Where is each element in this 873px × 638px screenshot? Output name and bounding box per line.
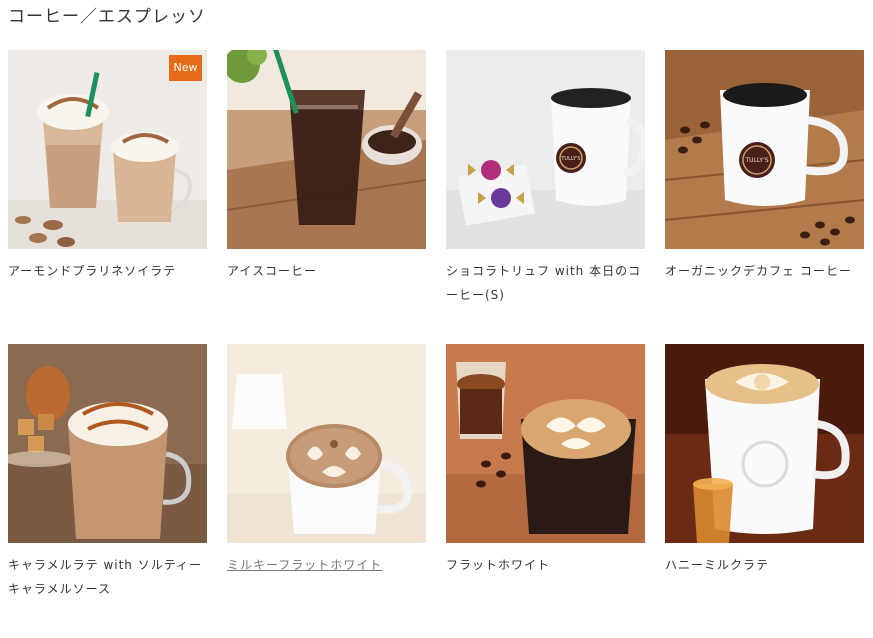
tullys-logo-text: TULLY'S: [560, 156, 580, 162]
product-name[interactable]: フラットホワイト: [446, 553, 645, 577]
product-image[interactable]: TULLY'S: [446, 50, 645, 249]
product-grid: New アーモンドプラリネソイラテ アイスコーヒー TULLY'S ショコラトリ…: [8, 50, 864, 638]
product-card[interactable]: TULLY'S オーガニックデカフェ コーヒー: [665, 50, 864, 344]
product-card[interactable]: TULLY'S ショコラトリュフ with 本日のコーヒー(S): [446, 50, 645, 344]
product-card[interactable]: アイスコーヒー: [227, 50, 426, 344]
product-image[interactable]: [227, 50, 426, 249]
section-title: コーヒー／エスプレッソ: [8, 7, 206, 27]
new-badge: New: [169, 55, 202, 81]
product-image[interactable]: [446, 344, 645, 543]
product-name[interactable]: アイスコーヒー: [227, 259, 426, 283]
product-card[interactable]: ミルキーフラットホワイト: [227, 344, 426, 638]
product-name[interactable]: ミルキーフラットホワイト: [227, 553, 426, 577]
product-card[interactable]: フラットホワイト: [446, 344, 645, 638]
product-name[interactable]: アーモンドプラリネソイラテ: [8, 259, 207, 283]
product-name[interactable]: キャラメルラテ with ソルティーキャラメルソース: [8, 553, 207, 601]
product-image[interactable]: TULLY'S: [665, 50, 864, 249]
product-image[interactable]: [227, 344, 426, 543]
product-name[interactable]: ショコラトリュフ with 本日のコーヒー(S): [446, 259, 645, 307]
product-name[interactable]: ハニーミルクラテ: [665, 553, 864, 577]
product-card[interactable]: New アーモンドプラリネソイラテ: [8, 50, 207, 344]
product-image[interactable]: [665, 344, 864, 543]
product-image[interactable]: [8, 344, 207, 543]
product-name[interactable]: オーガニックデカフェ コーヒー: [665, 259, 864, 283]
tullys-logo-text: TULLY'S: [744, 157, 768, 164]
product-image[interactable]: New: [8, 50, 207, 249]
product-card[interactable]: ハニーミルクラテ: [665, 344, 864, 638]
product-card[interactable]: キャラメルラテ with ソルティーキャラメルソース: [8, 344, 207, 638]
